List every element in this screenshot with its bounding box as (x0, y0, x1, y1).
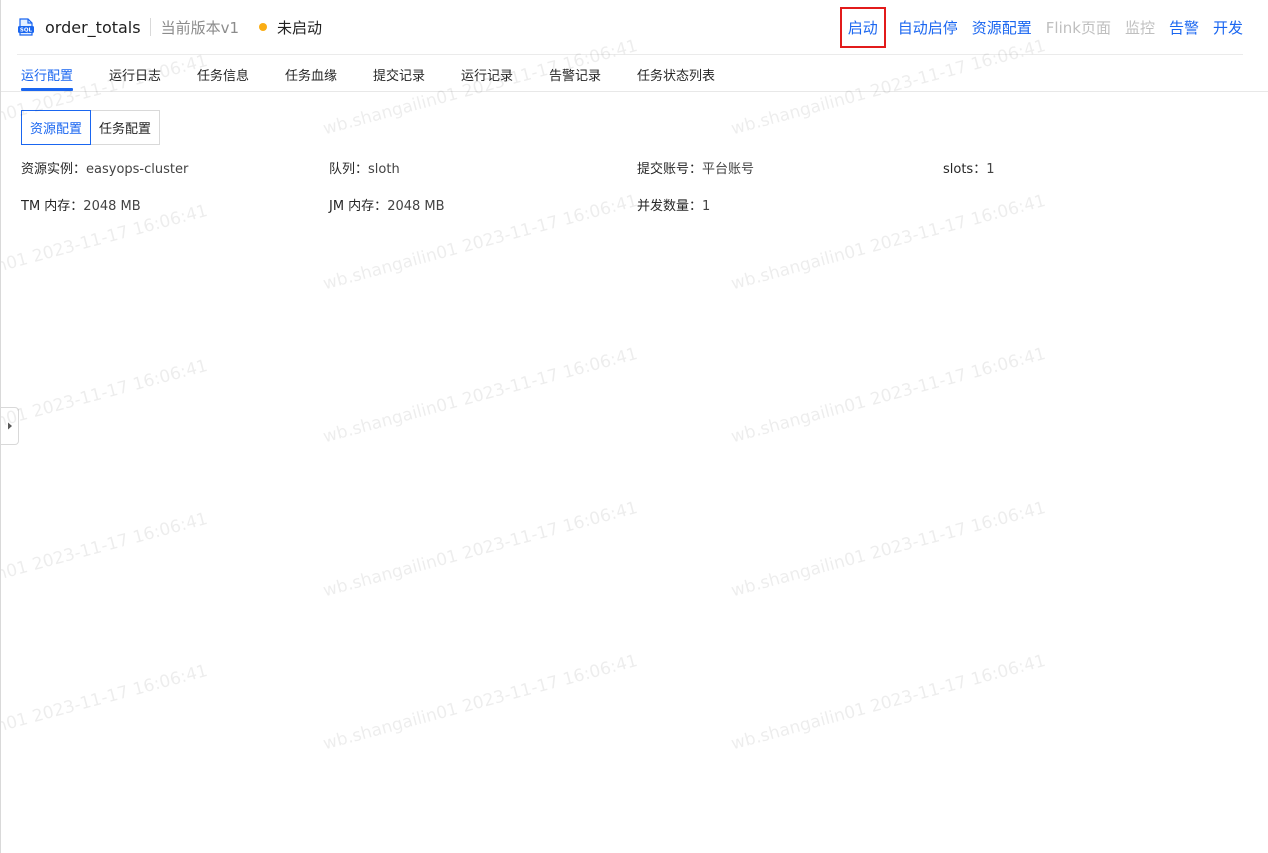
tab-run-config[interactable]: 运行配置 (21, 65, 73, 84)
watermark: wb.shangailin01 2023-11-17 16:06:41 (321, 497, 640, 602)
status-dot (259, 23, 268, 31)
field-submit-account: 提交账号：平台账号 (637, 158, 754, 177)
watermark: wb.shangailin01 2023-11-17 16:06:41 (1, 355, 210, 459)
main-tabs: 运行配置 运行日志 任务信息 任务血缘 提交记录 运行记录 告警记录 任务状态列… (1, 55, 1268, 92)
watermark: wb.shangailin01 2023-11-17 16:06:41 (321, 343, 640, 448)
watermark: wb.shangailin01 2023-11-17 16:06:41 (729, 497, 1048, 602)
sidebar-expand-handle[interactable] (1, 407, 19, 445)
field-label: 队列： (329, 162, 369, 177)
tab-submit-records[interactable]: 提交记录 (373, 65, 425, 84)
start-button[interactable]: 启动 (839, 6, 886, 48)
field-label: 资源实例： (21, 162, 87, 177)
field-resource-instance: 资源实例：easyops-cluster (21, 158, 188, 177)
field-jm-memory: JM 内存：2048 MB (329, 195, 445, 214)
watermark: wb.shangailin01 2023-11-17 16:06:41 (729, 190, 1048, 295)
field-label: slots： (943, 162, 987, 177)
tab-task-info[interactable]: 任务信息 (197, 65, 249, 84)
field-parallelism: 并发数量：1 (637, 195, 710, 214)
config-subtabs: 资源配置 任务配置 (21, 110, 161, 145)
field-value: sloth (368, 162, 400, 177)
field-slots: slots：1 (943, 158, 995, 177)
field-value: 平台账号 (702, 162, 755, 177)
title-divider (149, 18, 151, 36)
field-tm-memory: TM 内存：2048 MB (21, 195, 141, 214)
task-detail-page: SQL order_totals 当前版本v1 未启动 启动 自动启停 资源配置… (0, 0, 1268, 853)
watermark-layer: wb.shangailin01 2023-11-17 16:06:41 wb.s… (1, 0, 1268, 853)
field-value: 2048 MB (83, 199, 141, 214)
task-name: order_totals (45, 17, 141, 37)
field-label: 并发数量： (637, 199, 703, 214)
field-value: easyops-cluster (86, 162, 189, 177)
svg-text:SQL: SQL (20, 28, 33, 34)
active-tab-indicator (21, 88, 73, 91)
task-header: SQL order_totals 当前版本v1 未启动 启动 自动启停 资源配置… (1, 0, 1268, 55)
subtab-task-config[interactable]: 任务配置 (91, 110, 161, 145)
field-label: TM 内存： (21, 199, 84, 214)
watermark: wb.shangailin01 2023-11-17 16:06:41 (729, 650, 1048, 755)
tab-run-log[interactable]: 运行日志 (109, 65, 161, 84)
field-value: 1 (986, 162, 995, 177)
tab-task-status-list[interactable]: 任务状态列表 (637, 65, 715, 84)
field-value: 1 (702, 199, 711, 214)
current-version: 当前版本v1 (160, 18, 240, 37)
tab-run-records[interactable]: 运行记录 (461, 65, 513, 84)
watermark: wb.shangailin01 2023-11-17 16:06:41 (1, 660, 210, 765)
resource-config-button[interactable]: 资源配置 (972, 17, 1032, 38)
monitor-button[interactable]: 监控 (1125, 17, 1155, 38)
sql-file-icon: SQL (18, 18, 34, 36)
status-text: 未启动 (277, 18, 323, 37)
watermark: wb.shangailin01 2023-11-17 16:06:41 (729, 343, 1048, 448)
task-title-area: SQL order_totals 当前版本v1 未启动 (17, 14, 322, 40)
caret-right-icon (7, 422, 12, 430)
auto-start-stop-button[interactable]: 自动启停 (898, 17, 958, 38)
watermark: wb.shangailin01 2023-11-17 16:06:41 (321, 650, 640, 755)
develop-button[interactable]: 开发 (1213, 17, 1243, 38)
flink-page-button[interactable]: Flink页面 (1046, 17, 1111, 38)
subtab-resource-config[interactable]: 资源配置 (21, 110, 92, 145)
alert-button[interactable]: 告警 (1169, 17, 1199, 38)
tab-alert-records[interactable]: 告警记录 (549, 65, 601, 84)
field-queue: 队列：sloth (329, 158, 400, 177)
tab-task-lineage[interactable]: 任务血缘 (285, 65, 337, 84)
header-actions: 启动 自动启停 资源配置 Flink页面 监控 告警 开发 (839, 6, 1243, 48)
field-label: 提交账号： (637, 162, 703, 177)
field-value: 2048 MB (387, 199, 445, 214)
watermark: wb.shangailin01 2023-11-17 16:06:41 (1, 508, 210, 613)
watermark: wb.shangailin01 2023-11-17 16:06:41 (1, 200, 210, 305)
field-label: JM 内存： (329, 199, 388, 214)
